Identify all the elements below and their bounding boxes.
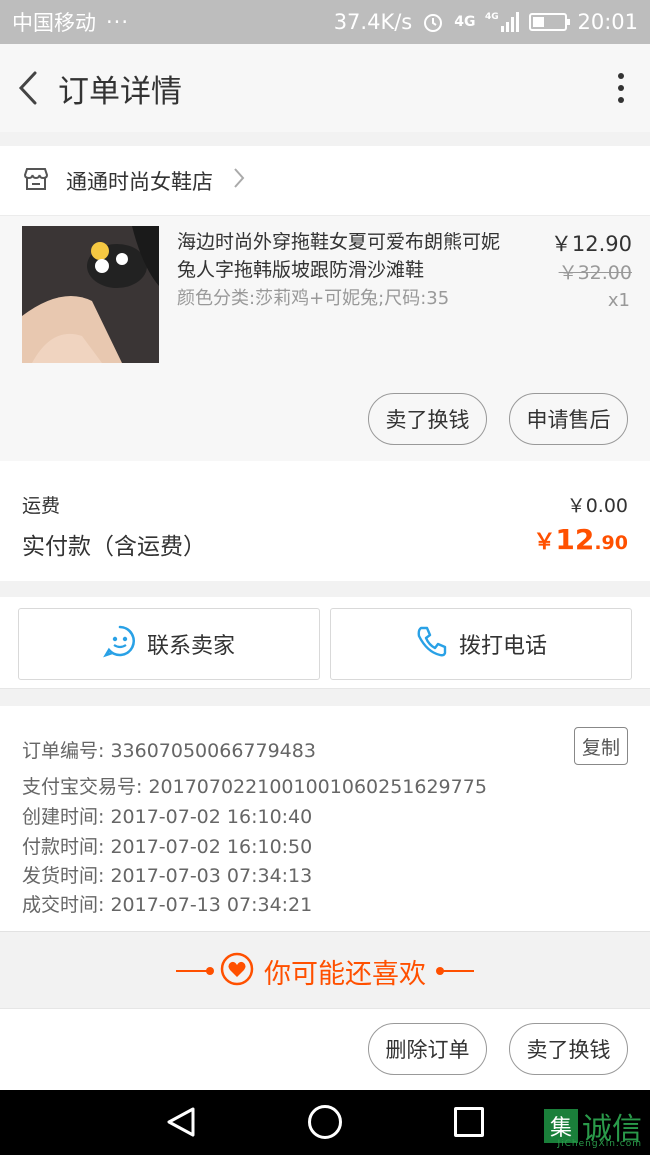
product-quantity: x1 [607,290,630,311]
watermark-logo-mark: 集 [544,1109,578,1143]
product-price: ￥12.90 [550,232,632,256]
paid-label: 实付款（含运费） [22,534,206,560]
status-bar: 中国移动 ··· 37.4K/s 4G 4G 20:01 [0,0,650,44]
sell-button[interactable]: 卖了换钱 [368,393,487,445]
fee-summary: 运费 ￥0.00 实付款（含运费） ￥12.90 [0,461,650,581]
network-speed: 37.4K/s [333,10,413,34]
decorative-line-left [176,967,214,975]
chevron-right-icon [233,167,245,195]
shop-row[interactable]: 通通时尚女鞋店 [0,146,650,216]
watermark-subtext: JiChengXin.com [557,1139,642,1149]
store-icon [22,166,50,196]
alarm-icon [422,11,444,33]
after-sale-button[interactable]: 申请售后 [509,393,628,445]
svg-text:4G: 4G [485,12,499,22]
completed-time: 成交时间: 2017-07-13 07:34:21 [22,894,313,916]
nav-recent-icon[interactable] [454,1107,484,1137]
delete-order-button[interactable]: 删除订单 [368,1023,487,1075]
battery-icon [529,13,571,31]
alipay-number: 支付宝交易号: 2017070221001001060251629775 [22,776,487,798]
paid-currency: ￥ [533,530,556,555]
recommend-label: 你可能还喜欢 [264,958,426,990]
app-header: 订单详情 [0,44,650,132]
phone-icon [415,624,449,664]
sell-again-button[interactable]: 卖了换钱 [509,1023,628,1075]
decorative-line-right [436,967,474,975]
signal-icon: 4G [485,10,520,34]
order-info: 订单编号: 336070500667794​83 复制 支付宝交易号: 2017… [0,706,650,932]
network-type-1: 4G [454,14,476,30]
copy-button[interactable]: 复制 [574,727,628,765]
product-card[interactable]: 海边时尚外穿拖鞋女夏可爱布朗熊可妮兔人字拖韩版坡跟防滑沙滩鞋 颜色分类:莎莉鸡+… [0,216,650,461]
paid-amount: ￥12.90 [533,523,628,556]
contact-seller-button[interactable]: 联系卖家 [18,608,320,680]
paid-time: 付款时间: 2017-07-02 16:10:50 [22,836,313,858]
carrier-label: 中国移动 [12,11,96,35]
page-title: 订单详情 [58,73,182,110]
heart-icon [220,952,254,990]
created-time: 创建时间: 2017-07-02 16:10:40 [22,806,313,828]
contact-seller-label: 联系卖家 [146,633,235,658]
back-arrow-icon[interactable] [14,68,42,108]
order-number: 订单编号: 336070500667794​83 [22,740,316,762]
call-phone-button[interactable]: 拨打电话 [330,608,632,680]
nav-back-icon[interactable] [166,1106,196,1142]
more-menu-icon[interactable] [606,68,636,108]
recommend-header: 你可能还喜欢 [0,934,650,1008]
clock: 20:01 [577,10,638,34]
paid-decimal: .90 [594,532,628,554]
bottom-action-bar: 删除订单 卖了换钱 [0,1008,650,1090]
product-image[interactable] [22,226,159,363]
system-nav-bar: 集 诚信 JiChengXin.com [0,1090,650,1155]
shipped-time: 发货时间: 2017-07-03 07:34:13 [22,865,313,887]
shipping-value: ￥0.00 [566,495,628,517]
notification-dots: ··· [106,10,130,34]
shop-name[interactable]: 通通时尚女鞋店 [66,166,213,196]
product-attributes: 颜色分类:莎莉鸡+可妮兔;尺码:35 [177,288,450,309]
call-phone-label: 拨打电话 [458,633,547,658]
paid-integer: 12 [555,523,595,556]
original-price: ￥32.00 [558,262,632,284]
product-name[interactable]: 海边时尚外穿拖鞋女夏可爱布朗熊可妮兔人字拖韩版坡跟防滑沙滩鞋 [177,228,517,284]
shipping-label: 运费 [22,495,61,517]
nav-home-icon[interactable] [308,1105,342,1139]
chat-icon [103,624,137,664]
contact-bar: 联系卖家 拨打电话 [0,597,650,689]
